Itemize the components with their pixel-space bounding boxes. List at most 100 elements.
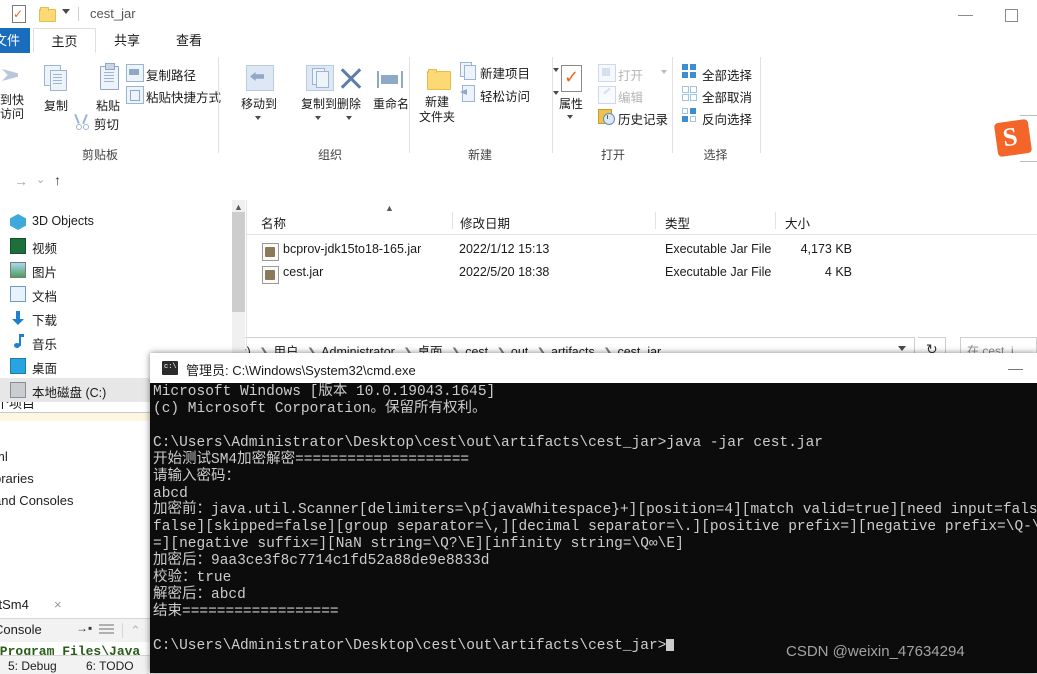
pin-icon (2, 65, 24, 89)
address-bar-zone: → ⌄ ↑ ❯此电脑 ❯本地磁盘 (C:) ❯用户 ❯Administrator… (0, 165, 1037, 361)
forward-button[interactable]: → (14, 173, 28, 189)
ide-tree-item[interactable]: braries (0, 471, 34, 486)
history-label: 历史记录 (618, 113, 669, 127)
explorer-title-bar: ✓ cest_jar (0, 0, 1037, 28)
edit-icon (598, 86, 616, 104)
sidebar-item-downloads[interactable]: 下载 (0, 306, 232, 330)
sidebar-item-label: 下载 (32, 314, 58, 328)
new-folder-label-2: 文件夹 (418, 110, 455, 124)
jar-file-icon (262, 266, 279, 284)
toolbar-divider (122, 623, 123, 638)
column-header-size[interactable]: 大小 (785, 213, 810, 232)
tab-share[interactable]: 共享 (96, 28, 158, 53)
cmd-console-output[interactable]: Microsoft Windows [版本 10.0.19043.1645] (… (150, 383, 1037, 673)
column-separator[interactable] (452, 212, 453, 229)
table-row[interactable]: bcprov-jdk15to18-165.jar 2022/1/12 15:13… (247, 240, 1037, 261)
sogou-logo-icon (993, 118, 1033, 158)
copy-label: 复制 (43, 99, 68, 113)
window-title: cest_jar (90, 6, 136, 21)
ide-tree-item[interactable]: ml (0, 449, 8, 464)
open-label: 打开 (618, 69, 644, 83)
properties-icon[interactable]: ✓ (10, 5, 28, 23)
up-button[interactable]: ↑ (54, 172, 61, 188)
ide-project-tree[interactable]: l ml braries and Consoles (0, 423, 152, 593)
history-icon (598, 108, 615, 125)
cmd-line: 请输入密码： (153, 469, 240, 485)
local-disk-icon (10, 382, 26, 398)
paste-shortcut-label: 粘贴快捷方式 (146, 91, 222, 105)
file-date: 2022/1/12 15:13 (459, 242, 550, 256)
tab-view[interactable]: 查看 (158, 28, 220, 53)
group-label-open: 打开 (600, 148, 625, 162)
properties-button[interactable]: ✓ 属性 (542, 61, 600, 133)
cut-label: 剪切 (94, 118, 120, 132)
pictures-icon (10, 262, 26, 278)
column-header-type[interactable]: 类型 (665, 213, 690, 232)
nav-scrollbar-thumb[interactable] (232, 212, 245, 312)
column-header-date[interactable]: 修改日期 (460, 213, 510, 232)
wrap-arrow-icon[interactable]: →▪ (76, 621, 92, 635)
select-none-label: 全部取消 (702, 91, 753, 105)
ide-tree-item[interactable]: and Consoles (0, 493, 74, 508)
copy-path-label: 复制路径 (146, 69, 197, 83)
sidebar-item-documents[interactable]: 文档 (0, 282, 232, 306)
ide-run-tab-strip[interactable]: stSm4 × (0, 593, 152, 618)
status-item-todo[interactable]: 6: TODO (86, 659, 134, 673)
file-type: Executable Jar File (665, 242, 772, 256)
scroll-up-icon[interactable]: ▲ (234, 202, 243, 212)
chevron-down-icon[interactable] (255, 116, 261, 120)
close-icon[interactable]: × (54, 597, 62, 612)
cmd-prompt-line: C:\Users\Administrator\Desktop\cest\out\… (153, 639, 675, 654)
table-row[interactable]: cest.jar 2022/5/20 18:38 Executable Jar … (247, 263, 1037, 284)
sort-ascending-icon: ▲ (385, 203, 394, 213)
invert-selection-label: 反向选择 (702, 113, 753, 127)
file-size: 4,173 KB (800, 242, 852, 256)
move-to-icon (246, 65, 274, 91)
sidebar-item-3d-objects[interactable]: 3D Objects (0, 210, 232, 234)
chevron-down-icon[interactable] (346, 116, 352, 120)
tab-home[interactable]: 主页 (33, 28, 96, 53)
list-lines-icon[interactable] (99, 624, 114, 636)
desktop-icon (10, 358, 26, 374)
chevron-down-icon[interactable] (898, 346, 906, 351)
ide-run-tab-label[interactable]: stSm4 (0, 597, 29, 612)
sidebar-item-videos[interactable]: 视频 (0, 234, 232, 258)
title-divider (78, 7, 79, 21)
cmd-cursor (666, 639, 675, 651)
chevron-down-icon[interactable] (567, 115, 573, 119)
recent-locations-button[interactable]: ⌄ (36, 173, 45, 186)
column-separator[interactable] (655, 212, 656, 229)
videos-icon (10, 238, 26, 254)
chevron-down-icon[interactable] (661, 70, 667, 74)
cmd-minimize-button[interactable] (995, 353, 1037, 383)
scroll-up-icon[interactable]: ⌃ (130, 623, 141, 639)
group-separator (672, 57, 673, 153)
edit-label: 编辑 (618, 91, 644, 105)
cmd-title-text: 管理员: C:\Windows\System32\cmd.exe (186, 363, 416, 378)
ide-console-label[interactable]: Console (0, 622, 42, 637)
sidebar-item-pictures[interactable]: 图片 (0, 258, 232, 282)
delete-x-icon (338, 67, 362, 91)
status-item-debug[interactable]: 5: Debug (8, 659, 57, 673)
cmd-line: Microsoft Windows [版本 10.0.19043.1645] (153, 384, 496, 400)
tab-file[interactable]: 文件 (0, 28, 30, 53)
cmd-line: 开始测试SM4加密解密==================== (153, 452, 470, 468)
cmd-line: C:\Users\Administrator\Desktop\cest\out\… (153, 435, 824, 451)
group-separator (760, 57, 761, 153)
group-label-clipboard: 剪贴板 (81, 148, 118, 162)
sidebar-item-label: 3D Objects (32, 214, 94, 228)
column-header-name[interactable]: 名称 (261, 213, 286, 232)
minimize-button[interactable] (944, 0, 989, 28)
column-separator[interactable] (775, 212, 776, 229)
copy-icon (44, 65, 70, 93)
open-icon (598, 64, 616, 82)
file-name: cest.jar (283, 265, 324, 279)
group-label-new: 新建 (467, 148, 492, 162)
sidebar-item-label: 视频 (32, 242, 58, 256)
sidebar-item-music[interactable]: 音乐 (0, 330, 232, 354)
chevron-down-icon[interactable] (62, 9, 70, 14)
3d-objects-icon (10, 214, 26, 230)
new-folder-icon[interactable] (38, 5, 56, 23)
move-to-button[interactable]: 移动到 (228, 61, 290, 131)
maximize-button[interactable] (989, 0, 1034, 28)
